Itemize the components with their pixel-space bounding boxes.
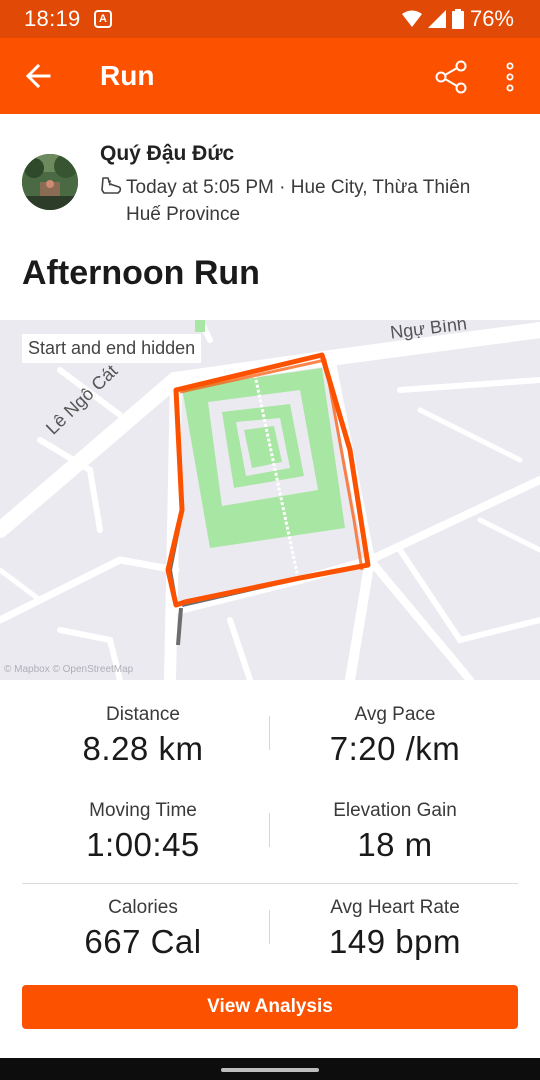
stat-avg-pace: Avg Pace 7:20 /km (270, 704, 520, 768)
cell-signal-icon (427, 10, 446, 28)
stat-label: Avg Heart Rate (330, 897, 460, 918)
shoe-icon (101, 177, 122, 194)
status-time: 18:19 (24, 6, 81, 31)
more-options-button[interactable] (494, 58, 526, 96)
status-bar: 18:19 A 76% (0, 0, 540, 38)
activity-title: Afternoon Run (22, 254, 260, 292)
stat-label: Moving Time (89, 800, 197, 821)
stat-calories: Calories 667 Cal (18, 897, 268, 961)
stat-label: Avg Pace (354, 704, 436, 725)
system-nav-bar (0, 1058, 540, 1080)
battery-icon (451, 9, 464, 29)
athlete-avatar[interactable] (22, 154, 78, 210)
route-map[interactable]: Start and end hidden Ngự Bình Lê Ngô Cát… (0, 320, 540, 680)
share-icon (435, 60, 467, 94)
battery-percent: 76% (469, 6, 514, 31)
stat-value: 18 m (357, 826, 433, 863)
stat-value: 149 bpm (329, 923, 461, 960)
view-analysis-button[interactable]: View Analysis (22, 985, 518, 1029)
home-indicator[interactable] (221, 1068, 319, 1072)
map-attribution[interactable]: © Mapbox © OpenStreetMap (4, 664, 133, 675)
park-area (182, 368, 345, 548)
stat-label: Elevation Gain (333, 800, 457, 821)
back-button[interactable] (20, 58, 56, 94)
stat-avg-heart-rate: Avg Heart Rate 149 bpm (270, 897, 520, 961)
stat-value: 7:20 /km (329, 730, 461, 767)
stat-label: Distance (106, 704, 180, 725)
page-title: Run (100, 60, 155, 91)
more-vertical-icon (506, 62, 514, 92)
app-bar: Run (0, 38, 540, 114)
stat-value: 1:00:45 (86, 826, 200, 863)
arrow-left-icon (25, 63, 51, 89)
stat-value: 8.28 km (82, 730, 204, 767)
wifi-icon (401, 10, 422, 27)
divider (22, 883, 518, 884)
privacy-label: Start and end hidden (22, 334, 202, 363)
stat-label: Calories (108, 897, 178, 918)
stat-elevation-gain: Elevation Gain 18 m (270, 800, 520, 864)
activity-meta: Today at 5:05 PM · Hue City, Thừa Thiên … (126, 177, 471, 225)
stat-value: 667 Cal (84, 923, 202, 960)
stat-moving-time: Moving Time 1:00:45 (18, 800, 268, 864)
stat-distance: Distance 8.28 km (18, 704, 268, 768)
share-button[interactable] (432, 58, 470, 96)
status-indicators: 76% (401, 6, 514, 32)
notification-app-icon: A (94, 10, 112, 28)
athlete-name[interactable]: Quý Đậu Đức (100, 142, 234, 166)
map-canvas (0, 320, 540, 680)
